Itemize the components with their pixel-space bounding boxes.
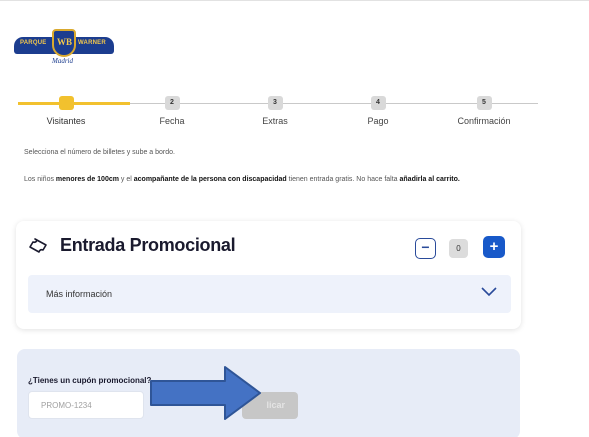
logo-text-left: PARQUE <box>20 40 47 46</box>
top-divider <box>0 0 589 1</box>
chevron-down-icon <box>481 287 497 297</box>
note-bold: añadirla al carrito. <box>399 176 460 183</box>
checkout-stepper: 1 Visitantes 2 Fecha 3 Extras 4 Pago 5 C… <box>10 92 538 132</box>
step-number: 4 <box>370 96 386 110</box>
step-number: 3 <box>267 96 283 110</box>
step-label: Confirmación <box>457 116 511 126</box>
logo-shield-text: WB <box>57 37 73 47</box>
coupon-title: ¿Tienes un cupón promocional? <box>28 376 152 385</box>
more-info-accordion[interactable]: Más información <box>28 275 511 313</box>
step-confirmacion[interactable]: 5 Confirmación <box>444 96 524 126</box>
increase-quantity-button[interactable]: + <box>483 236 505 258</box>
ticket-icon <box>29 238 47 253</box>
step-label: Extras <box>262 116 288 126</box>
free-entry-note: Los niños menores de 100cm y el acompaña… <box>24 171 524 188</box>
step-fecha[interactable]: 2 Fecha <box>132 96 212 126</box>
step-label: Visitantes <box>46 116 86 126</box>
intro-text: Selecciona el número de billetes y sube … <box>24 149 175 156</box>
ticket-card: Entrada Promocional − 0 + Más informació… <box>16 221 521 329</box>
ticket-title: Entrada Promocional <box>60 235 236 255</box>
step-pago[interactable]: 4 Pago <box>338 96 418 126</box>
step-number: 2 <box>164 96 180 110</box>
quantity-value: 0 <box>449 239 468 258</box>
note-text: y el <box>118 176 134 183</box>
step-number: 1 <box>58 96 74 110</box>
logo-subtitle: Madrid <box>52 57 73 65</box>
parque-warner-logo[interactable]: PARQUE WARNER WB Madrid <box>14 27 114 67</box>
note-text: Los niños <box>24 176 56 183</box>
step-label: Fecha <box>159 116 185 126</box>
coupon-section: ¿Tienes un cupón promocional? licar <box>17 349 520 437</box>
step-visitantes[interactable]: 1 Visitantes <box>26 96 106 126</box>
step-extras[interactable]: 3 Extras <box>235 96 315 126</box>
coupon-input[interactable] <box>28 391 144 419</box>
note-text: tienen entrada gratis. No hace falta <box>286 176 400 183</box>
decrease-quantity-button[interactable]: − <box>415 238 436 259</box>
note-bold: menores de 100cm <box>55 176 119 183</box>
arrow-right-icon <box>150 366 261 420</box>
note-bold: acompañante de la persona con discapacid… <box>133 176 287 183</box>
step-label: Pago <box>367 116 389 126</box>
more-info-label: Más información <box>46 289 113 299</box>
wb-shield-icon: WB <box>52 29 76 57</box>
step-number: 5 <box>476 96 492 110</box>
logo-text-right: WARNER <box>78 40 106 46</box>
